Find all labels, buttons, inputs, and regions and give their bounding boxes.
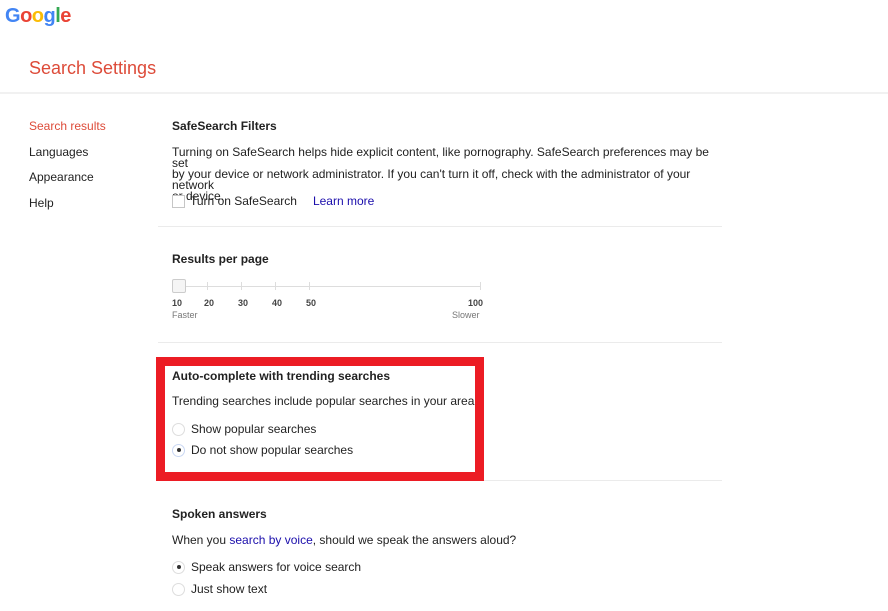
slider-tick — [480, 282, 481, 290]
header-divider — [0, 92, 888, 94]
sidebar: Search results Languages Appearance Help — [29, 119, 106, 221]
slider-value-label: 100 — [468, 298, 484, 308]
section-divider — [158, 226, 722, 227]
search-by-voice-link[interactable]: search by voice — [229, 533, 312, 547]
logo-letter: o — [20, 5, 32, 27]
slider-thumb[interactable] — [172, 279, 186, 293]
slider-value-label: 30 — [238, 298, 249, 308]
description-text: When you — [172, 533, 230, 547]
description-line: Turning on SafeSearch helps hide explici… — [172, 145, 709, 170]
safesearch-option: Turn on SafeSearch Learn more — [172, 194, 374, 208]
google-logo[interactable]: Google — [5, 5, 71, 28]
speak-answers-radio[interactable] — [172, 560, 185, 574]
sidebar-item-appearance[interactable]: Appearance — [29, 170, 106, 196]
logo-letter: e — [60, 5, 71, 27]
slider-slower-caption: Slower — [452, 310, 480, 320]
learn-more-link[interactable]: Learn more — [313, 194, 374, 208]
results-per-page-slider[interactable] — [172, 279, 482, 293]
logo-letter: g — [43, 5, 56, 27]
slider-track[interactable] — [172, 286, 481, 287]
safesearch-checkbox[interactable] — [172, 194, 185, 208]
slider-tick — [241, 282, 242, 290]
slider-value-label: 10 — [172, 298, 183, 308]
logo-letter: G — [5, 5, 21, 27]
sidebar-item-search-results[interactable]: Search results — [29, 119, 106, 145]
speak-answers-option[interactable]: Speak answers for voice search — [172, 560, 361, 574]
spoken-answers-description: When you search by voice, should we spea… — [172, 533, 712, 547]
spoken-answers-title: Spoken answers — [172, 507, 267, 521]
slider-faster-caption: Faster — [172, 310, 198, 320]
results-per-page-title: Results per page — [172, 252, 269, 266]
slider-tick — [275, 282, 276, 290]
description-line: by your device or network administrator.… — [172, 167, 691, 192]
sidebar-item-help[interactable]: Help — [29, 196, 106, 222]
section-divider — [158, 342, 722, 343]
safesearch-title: SafeSearch Filters — [172, 119, 277, 133]
slider-tick — [309, 282, 310, 290]
slider-value-label: 50 — [306, 298, 317, 308]
sidebar-item-languages[interactable]: Languages — [29, 145, 106, 171]
logo-letter: o — [31, 5, 44, 27]
slider-value-label: 40 — [272, 298, 283, 308]
page-title: Search Settings — [29, 58, 157, 78]
radio-label[interactable]: Speak answers for voice search — [191, 560, 361, 574]
autocomplete-highlight-box — [156, 357, 484, 481]
safesearch-checkbox-label[interactable]: Turn on SafeSearch — [190, 194, 297, 208]
radio-label[interactable]: Just show text — [191, 582, 267, 596]
description-text: , should we speak the answers aloud? — [312, 533, 517, 547]
just-show-text-radio[interactable] — [172, 582, 185, 596]
slider-tick — [207, 282, 208, 290]
just-show-text-option[interactable]: Just show text — [172, 582, 267, 596]
slider-value-label: 20 — [204, 298, 215, 308]
